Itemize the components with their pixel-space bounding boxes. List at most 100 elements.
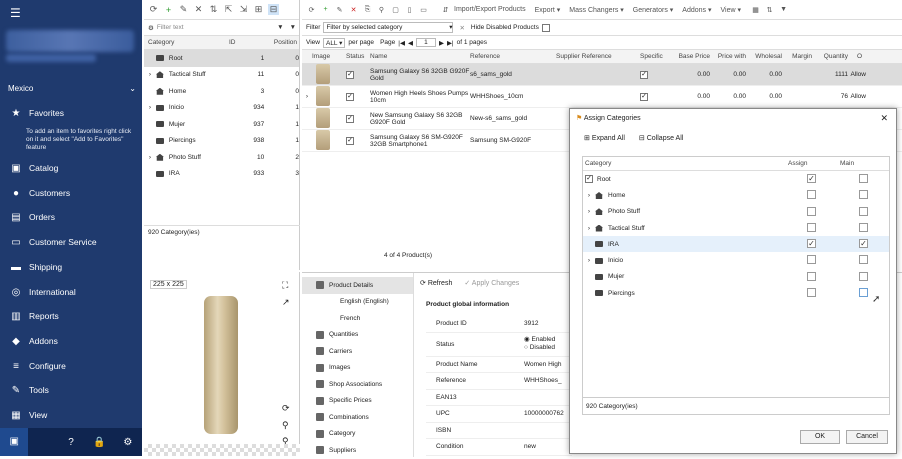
apply-changes-button[interactable]: ✓ Apply Changes — [464, 279, 519, 287]
store-icon[interactable]: ▣ — [0, 428, 29, 456]
filter-select[interactable]: Filter by selected category ▾ — [323, 22, 454, 33]
details-nav-item[interactable]: English (English) — [302, 294, 413, 311]
dialog-category-row[interactable]: IRA ✓ ✓ — [583, 236, 889, 253]
import-export-button[interactable]: Import/Export Products — [454, 6, 526, 13]
nav-item-catalog[interactable]: ▣ Catalog — [0, 156, 142, 180]
category-row[interactable]: › Tactical Stuff 11 0 — [144, 67, 299, 84]
assign-checkbox[interactable] — [807, 190, 816, 200]
cancel-button[interactable]: Cancel — [846, 430, 888, 444]
dialog-category-row[interactable]: Piercings — [583, 285, 889, 301]
root-checkbox[interactable]: ✓ — [585, 175, 593, 184]
collapse-all-button[interactable]: ⊟ Collapse All — [639, 134, 683, 142]
edit-icon[interactable]: ✎ — [334, 6, 345, 14]
category-row[interactable]: › Photo Stuff 10 2 — [144, 149, 299, 166]
blank-icon[interactable]: ▢ — [390, 6, 401, 14]
radio-enabled[interactable]: ◉ Enabled — [524, 336, 555, 343]
move-icon[interactable]: ⇅ — [764, 6, 775, 14]
col-image[interactable]: Image — [312, 53, 346, 60]
assign-checkbox[interactable] — [807, 255, 816, 265]
grid-icon[interactable]: ▦ — [750, 6, 761, 14]
expander-icon[interactable]: › — [144, 104, 156, 111]
nav-item-favorites[interactable]: ★ Favorites — [0, 101, 142, 125]
main-checkbox[interactable] — [859, 271, 868, 281]
lock-icon[interactable]: 🔒 — [85, 437, 113, 448]
col-specific[interactable]: Specific — [640, 53, 676, 60]
col-position[interactable]: Position — [259, 39, 297, 46]
clear-filter-icon[interactable]: ✕ — [459, 24, 464, 32]
indent-icon[interactable]: ⇱ — [223, 4, 234, 15]
dialog-category-row[interactable]: Mujer — [583, 269, 889, 285]
clear-filter-icon[interactable]: ▼ — [290, 24, 296, 31]
category-row[interactable]: Piercings 938 1 — [144, 133, 299, 150]
assign-checkbox[interactable] — [807, 288, 816, 298]
col-wholesale[interactable]: Wholesal — [746, 53, 782, 60]
page-icon[interactable]: ▯ — [404, 6, 415, 14]
help-icon[interactable]: ? — [57, 437, 85, 448]
field-value[interactable]: new — [524, 443, 564, 450]
gear-icon[interactable]: ⚙ — [114, 437, 142, 448]
field-value[interactable]: 10000000762 — [524, 410, 564, 417]
category-row[interactable]: Home 3 0 — [144, 83, 299, 100]
col-main[interactable]: Main — [840, 160, 880, 167]
country-selector[interactable]: Mexico ⌄ — [8, 84, 136, 93]
specific-checkbox[interactable]: ✓ — [640, 92, 648, 101]
main-checkbox[interactable] — [859, 206, 868, 216]
fullscreen-icon[interactable]: ⛶ — [282, 280, 288, 291]
mass-changers-button[interactable]: Mass Changers ▾ — [569, 6, 624, 14]
field-value[interactable]: Women High — [524, 361, 564, 368]
field-value[interactable]: WHHShoes_ — [524, 377, 564, 384]
dialog-category-row[interactable]: ✓ Root ✓ — [583, 171, 889, 187]
main-checkbox[interactable] — [859, 174, 868, 183]
expand-icon[interactable]: ⊞ — [253, 4, 264, 15]
col-category[interactable]: Category — [583, 160, 788, 167]
col-status[interactable]: Status — [346, 53, 370, 60]
col-price-with[interactable]: Price with — [710, 53, 746, 60]
col-margin[interactable]: Margin — [782, 53, 812, 60]
col-category[interactable]: Category — [144, 39, 229, 46]
nav-item-shipping[interactable]: ▬ Shipping — [0, 255, 142, 279]
details-nav-item[interactable]: Combinations — [302, 409, 413, 426]
expander-icon[interactable]: › — [583, 225, 595, 232]
col-base-price[interactable]: Base Price — [676, 53, 710, 60]
open-external-icon[interactable]: ↗ — [282, 297, 290, 308]
nav-item-international[interactable]: ◎ International — [0, 280, 142, 304]
view-button[interactable]: View ▾ — [721, 6, 742, 14]
ok-button[interactable]: OK — [800, 430, 840, 444]
nav-item-addons[interactable]: ◆ Addons — [0, 329, 142, 353]
zoom-in-icon[interactable]: ⚲ — [282, 420, 289, 431]
dialog-category-row[interactable]: › Home — [583, 187, 889, 203]
first-page-icon[interactable]: |◀ — [398, 39, 405, 47]
dialog-category-row[interactable]: › Photo Stuff — [583, 204, 889, 220]
filter-icon[interactable]: ▼ — [277, 24, 283, 31]
col-reference[interactable]: Reference — [470, 53, 556, 60]
details-nav-item[interactable]: Specific Prices — [302, 393, 413, 410]
main-checkbox[interactable] — [859, 190, 868, 200]
radio-disabled[interactable]: ○ Disabled — [524, 344, 555, 351]
export-button[interactable]: Export ▾ — [535, 6, 561, 14]
product-row[interactable]: › ✓ Women High Heels Shoes Pumps 10cm WHHSh… — [302, 85, 902, 108]
expander-icon[interactable]: › — [583, 192, 595, 199]
nav-item-tools[interactable]: ✎ Tools — [0, 378, 142, 402]
nav-item-customers[interactable]: ● Customers — [0, 181, 142, 205]
last-page-icon[interactable]: ▶| — [447, 39, 454, 47]
prev-page-icon[interactable]: ◀ — [408, 39, 413, 47]
delete-icon[interactable]: ✕ — [348, 6, 359, 14]
status-checkbox[interactable]: ✓ — [346, 136, 354, 145]
gear-icon[interactable]: ⚙ — [148, 24, 154, 32]
refresh-button[interactable]: ⟳ Refresh — [420, 279, 452, 287]
dialog-category-row[interactable]: › Inicio — [583, 252, 889, 268]
assign-checkbox[interactable]: ✓ — [807, 174, 816, 183]
details-nav-item[interactable]: Suppliers — [302, 442, 413, 459]
details-nav-item[interactable]: Quantities — [302, 327, 413, 344]
col-supplier-reference[interactable]: Supplier Reference — [556, 53, 640, 60]
refresh-icon[interactable]: ⟳ — [148, 4, 159, 15]
details-nav-item[interactable]: Product Details — [302, 277, 413, 294]
col-quantity[interactable]: Quantity — [812, 53, 848, 60]
add-icon[interactable]: + — [163, 5, 174, 15]
field-value[interactable]: 3912 — [524, 320, 564, 327]
generators-button[interactable]: Generators ▾ — [633, 6, 674, 14]
nav-item-reports[interactable]: ▥ Reports — [0, 304, 142, 328]
refresh-icon[interactable]: ⟳ — [282, 403, 290, 414]
category-filter-input[interactable]: Filter text — [157, 24, 277, 31]
refresh-icon[interactable]: ⟳ — [306, 6, 317, 14]
